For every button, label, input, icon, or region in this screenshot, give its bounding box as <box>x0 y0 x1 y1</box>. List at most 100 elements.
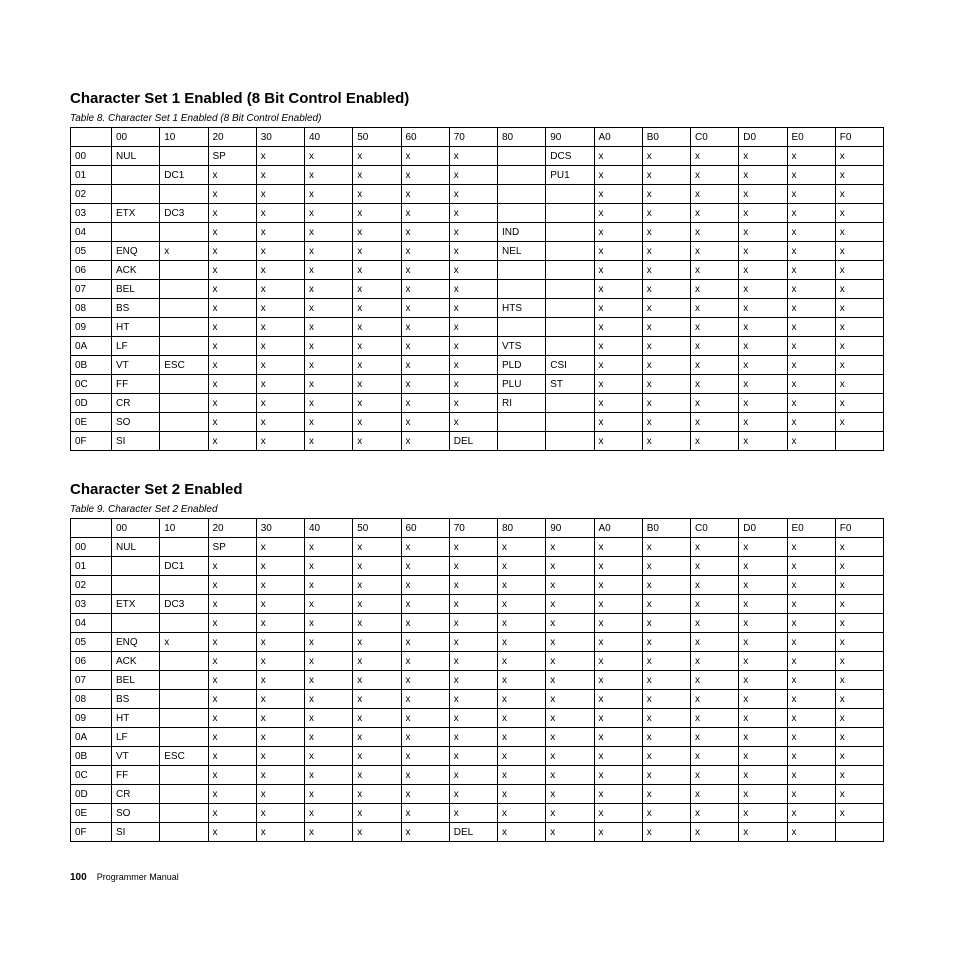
cell: SO <box>112 413 160 432</box>
cell <box>160 318 208 337</box>
cell: x <box>353 166 401 185</box>
cell: x <box>305 204 353 223</box>
cell: BEL <box>112 280 160 299</box>
cell: x <box>594 690 642 709</box>
cell: x <box>739 242 787 261</box>
cell: x <box>208 204 256 223</box>
cell: x <box>594 394 642 413</box>
cell <box>160 394 208 413</box>
table-row: 07BELxxxxxxxxxxxxxx <box>71 671 884 690</box>
cell: LF <box>112 337 160 356</box>
cell: x <box>691 614 739 633</box>
cell: x <box>835 375 883 394</box>
cell: x <box>401 576 449 595</box>
cell: x <box>208 432 256 451</box>
cell: x <box>835 280 883 299</box>
cell: x <box>305 280 353 299</box>
col-header: 60 <box>401 128 449 147</box>
cell: x <box>691 633 739 652</box>
cell: x <box>691 785 739 804</box>
row-header: 0B <box>71 747 112 766</box>
cell: x <box>594 671 642 690</box>
cell: x <box>353 652 401 671</box>
cell: x <box>449 671 497 690</box>
cell: x <box>642 766 690 785</box>
cell: BS <box>112 690 160 709</box>
cell: x <box>256 147 304 166</box>
table-row: 0DCRxxxxxxRIxxxxxx <box>71 394 884 413</box>
cell: x <box>642 747 690 766</box>
cell: x <box>353 280 401 299</box>
cell: x <box>546 766 594 785</box>
cell: SP <box>208 538 256 557</box>
cell: x <box>835 299 883 318</box>
cell: x <box>739 823 787 842</box>
row-header: 03 <box>71 204 112 223</box>
cell: x <box>353 709 401 728</box>
table-row: 01DC1xxxxxxPU1xxxxxx <box>71 166 884 185</box>
cell <box>160 375 208 394</box>
cell: x <box>691 652 739 671</box>
cell: x <box>208 356 256 375</box>
cell: x <box>449 337 497 356</box>
cell <box>498 166 546 185</box>
cell: x <box>353 299 401 318</box>
cell: x <box>208 166 256 185</box>
cell: x <box>739 318 787 337</box>
row-header: 0D <box>71 394 112 413</box>
cell: x <box>787 595 835 614</box>
page-number: 100 <box>70 872 87 883</box>
cell: x <box>739 690 787 709</box>
cell: x <box>401 633 449 652</box>
cell: x <box>739 356 787 375</box>
cell: x <box>642 166 690 185</box>
cell: x <box>642 299 690 318</box>
cell: x <box>401 261 449 280</box>
cell: x <box>739 614 787 633</box>
cell: x <box>787 185 835 204</box>
char-table-2: 00102030405060708090A0B0C0D0E0F000NULSPx… <box>70 518 884 842</box>
cell <box>546 280 594 299</box>
cell <box>160 576 208 595</box>
table-row: 01DC1xxxxxxxxxxxxxx <box>71 557 884 576</box>
cell: x <box>353 413 401 432</box>
char-table-1: 00102030405060708090A0B0C0D0E0F000NULSPx… <box>70 127 884 451</box>
cell: HTS <box>498 299 546 318</box>
cell: x <box>691 204 739 223</box>
cell: x <box>305 747 353 766</box>
cell: x <box>353 747 401 766</box>
cell <box>546 185 594 204</box>
cell: x <box>642 671 690 690</box>
cell: x <box>787 728 835 747</box>
cell: x <box>546 804 594 823</box>
cell: NUL <box>112 538 160 557</box>
col-header: 00 <box>112 128 160 147</box>
cell: x <box>642 652 690 671</box>
cell: x <box>353 147 401 166</box>
cell: x <box>594 204 642 223</box>
cell: x <box>208 394 256 413</box>
cell: x <box>208 747 256 766</box>
cell: x <box>353 223 401 242</box>
cell: ESC <box>160 747 208 766</box>
cell: CSI <box>546 356 594 375</box>
cell: x <box>401 432 449 451</box>
cell: x <box>787 318 835 337</box>
col-header: D0 <box>739 128 787 147</box>
row-header: 06 <box>71 261 112 280</box>
cell: x <box>642 204 690 223</box>
table-row: 0FSIxxxxxDELxxxxx <box>71 432 884 451</box>
cell: x <box>546 671 594 690</box>
table-row: 0FSIxxxxxDELxxxxxxx <box>71 823 884 842</box>
row-header: 04 <box>71 223 112 242</box>
cell: x <box>594 652 642 671</box>
cell: x <box>353 823 401 842</box>
cell: PLD <box>498 356 546 375</box>
cell: x <box>256 728 304 747</box>
col-header: 90 <box>546 519 594 538</box>
cell: x <box>401 413 449 432</box>
cell <box>546 261 594 280</box>
cell: x <box>691 166 739 185</box>
col-header: F0 <box>835 519 883 538</box>
cell: x <box>498 671 546 690</box>
